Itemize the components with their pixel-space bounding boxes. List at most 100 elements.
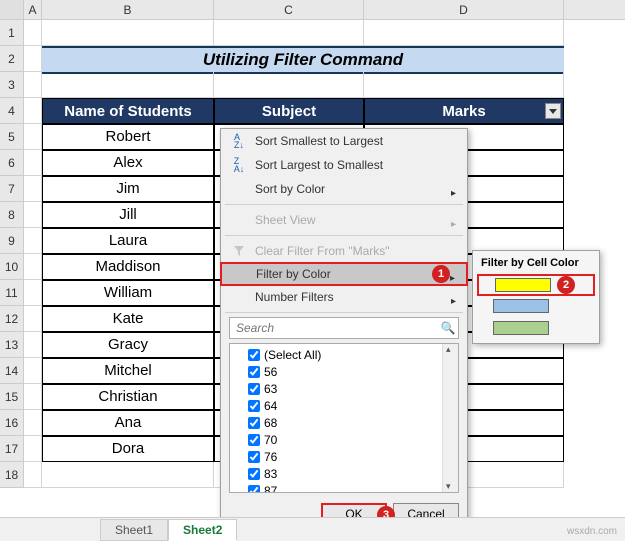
student-cell[interactable]: Dora: [42, 436, 214, 462]
row-header[interactable]: 17: [0, 436, 24, 462]
check-item[interactable]: 76: [230, 448, 458, 465]
search-box[interactable]: 🔍: [229, 317, 459, 339]
color-option-yellow[interactable]: 2: [477, 274, 595, 296]
checkbox[interactable]: [248, 451, 260, 463]
row-header[interactable]: 1: [0, 20, 24, 46]
student-cell[interactable]: Alex: [42, 150, 214, 176]
sort-by-color[interactable]: Sort by Color: [221, 177, 467, 201]
filter-dropdown-icon[interactable]: [545, 103, 561, 119]
row-header[interactable]: 18: [0, 462, 24, 488]
chevron-right-icon: [450, 270, 458, 278]
check-label: 68: [264, 416, 277, 430]
check-label: 56: [264, 365, 277, 379]
row-header[interactable]: 7: [0, 176, 24, 202]
student-cell[interactable]: Ana: [42, 410, 214, 436]
checkbox[interactable]: [248, 468, 260, 480]
col-header-c[interactable]: C: [214, 0, 364, 19]
callout-badge-2: 2: [557, 276, 575, 294]
filter-color-label: Filter by Color: [250, 267, 432, 281]
row-header[interactable]: 2: [0, 46, 24, 72]
student-cell[interactable]: Maddison: [42, 254, 214, 280]
check-item[interactable]: 64: [230, 397, 458, 414]
row-header[interactable]: 8: [0, 202, 24, 228]
header-students[interactable]: Name of Students: [42, 98, 214, 124]
student-cell[interactable]: Gracy: [42, 332, 214, 358]
row-header[interactable]: 4: [0, 98, 24, 124]
chevron-right-icon: [451, 293, 459, 301]
search-input[interactable]: [230, 321, 438, 335]
sort-asc-label: Sort Smallest to Largest: [249, 134, 459, 148]
check-label: 83: [264, 467, 277, 481]
student-cell[interactable]: Christian: [42, 384, 214, 410]
clear-filter-icon: [229, 246, 249, 256]
check-item[interactable]: 63: [230, 380, 458, 397]
row-header[interactable]: 3: [0, 72, 24, 98]
sort-descending[interactable]: ZA↓ Sort Largest to Smallest: [221, 153, 467, 177]
checkbox[interactable]: [248, 400, 260, 412]
row-header[interactable]: 10: [0, 254, 24, 280]
checkbox[interactable]: [248, 434, 260, 446]
student-cell[interactable]: Jim: [42, 176, 214, 202]
sort-ascending[interactable]: AZ↓ Sort Smallest to Largest: [221, 129, 467, 153]
col-header-a[interactable]: A: [24, 0, 42, 19]
student-cell[interactable]: Kate: [42, 306, 214, 332]
sheet-view-label: Sheet View: [249, 213, 451, 227]
row-header[interactable]: 9: [0, 228, 24, 254]
check-item[interactable]: 56: [230, 363, 458, 380]
row-header[interactable]: 6: [0, 150, 24, 176]
check-item[interactable]: 68: [230, 414, 458, 431]
tab-sheet1[interactable]: Sheet1: [100, 519, 168, 541]
student-cell[interactable]: William: [42, 280, 214, 306]
col-header-d[interactable]: D: [364, 0, 564, 19]
student-cell[interactable]: Robert: [42, 124, 214, 150]
clear-filter: Clear Filter From "Marks": [221, 239, 467, 263]
row-header[interactable]: 13: [0, 332, 24, 358]
chevron-right-icon: [451, 185, 459, 193]
check-item[interactable]: 70: [230, 431, 458, 448]
callout-badge-1: 1: [432, 265, 450, 283]
checkbox[interactable]: [248, 383, 260, 395]
checkbox[interactable]: [248, 417, 260, 429]
student-cell[interactable]: Laura: [42, 228, 214, 254]
filter-by-color[interactable]: Filter by Color 1: [220, 262, 468, 286]
col-header-b[interactable]: B: [42, 0, 214, 19]
filter-value-list: (Select All) 56 63 64 68 70 76 83 87: [229, 343, 459, 493]
row-header[interactable]: 12: [0, 306, 24, 332]
checkbox[interactable]: [248, 366, 260, 378]
chevron-right-icon: [451, 216, 459, 224]
check-label: 70: [264, 433, 277, 447]
select-all-corner[interactable]: [0, 0, 24, 19]
row-header[interactable]: 11: [0, 280, 24, 306]
filter-by-color-submenu: Filter by Cell Color 2: [472, 250, 600, 344]
row-header[interactable]: 5: [0, 124, 24, 150]
check-item[interactable]: (Select All): [230, 346, 458, 363]
checkbox[interactable]: [248, 349, 260, 361]
color-option-green[interactable]: [477, 317, 595, 339]
color-swatch: [493, 321, 549, 335]
sheet-tabs: Sheet1 Sheet2: [0, 517, 625, 541]
header-subject[interactable]: Subject: [214, 98, 364, 124]
row-header[interactable]: 14: [0, 358, 24, 384]
student-cell[interactable]: Mitchel: [42, 358, 214, 384]
row-header[interactable]: 16: [0, 410, 24, 436]
color-option-blue[interactable]: [477, 295, 595, 317]
check-item[interactable]: 87: [230, 482, 458, 493]
header-marks[interactable]: Marks: [364, 98, 564, 124]
tab-sheet2[interactable]: Sheet2: [168, 519, 237, 541]
sort-color-label: Sort by Color: [249, 182, 451, 196]
color-swatch: [495, 278, 551, 292]
check-label: 63: [264, 382, 277, 396]
clear-filter-label: Clear Filter From "Marks": [249, 244, 459, 258]
sheet-view: Sheet View: [221, 208, 467, 232]
row-header[interactable]: 15: [0, 384, 24, 410]
check-item[interactable]: 83: [230, 465, 458, 482]
checkbox[interactable]: [248, 485, 260, 494]
submenu-title: Filter by Cell Color: [477, 255, 595, 275]
student-cell[interactable]: Jill: [42, 202, 214, 228]
sort-desc-label: Sort Largest to Smallest: [249, 158, 459, 172]
check-label: 76: [264, 450, 277, 464]
page-title: Utilizing Filter Command: [42, 46, 564, 74]
scrollbar[interactable]: [442, 344, 458, 492]
sort-desc-icon: ZA↓: [229, 157, 249, 173]
number-filters[interactable]: Number Filters: [221, 285, 467, 309]
